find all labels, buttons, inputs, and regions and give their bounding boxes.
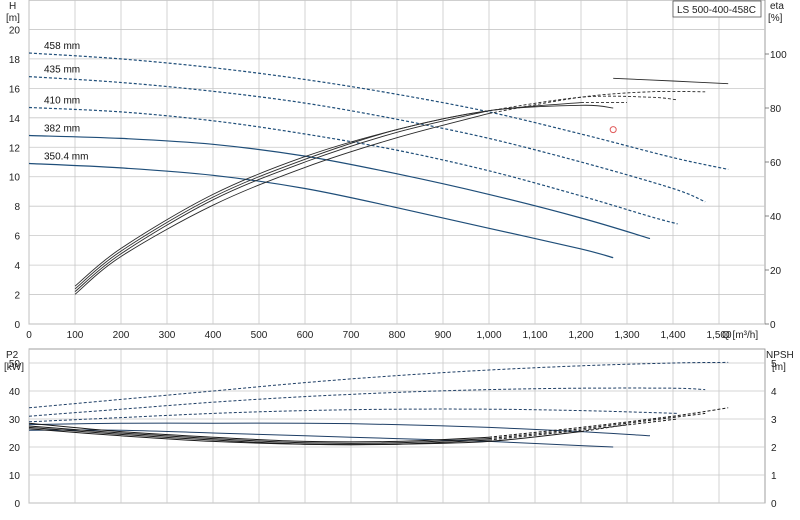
head-tick-label: 14 xyxy=(9,114,21,125)
eta-tick-label: 20 xyxy=(770,266,782,277)
eta-tick-label: 80 xyxy=(770,104,782,115)
x-tick-label: 1,100 xyxy=(522,330,547,341)
x-tick-label: 900 xyxy=(435,330,452,341)
head-curve-label: 435 mm xyxy=(44,65,80,76)
head-curve-label: 350.4 mm xyxy=(44,151,88,162)
power-tick-label: 20 xyxy=(9,443,21,454)
eta-axis-unit: [%] xyxy=(768,13,783,24)
head-tick-label: 16 xyxy=(9,84,21,95)
head-curve-label: 382 mm xyxy=(44,123,80,134)
npsh-tick-label: 1 xyxy=(771,471,777,482)
head-axis-title: H xyxy=(9,1,16,12)
head-axis-unit: [m] xyxy=(6,13,20,24)
x-tick-label: 1,200 xyxy=(568,330,593,341)
power-tick-label: 40 xyxy=(9,387,21,398)
pump-curve-chart: 458 mm435 mm410 mm382 mm350.4 mm 0 100 200… xyxy=(0,0,800,520)
head-tick-label: 4 xyxy=(14,261,20,272)
power-tick-label: 10 xyxy=(9,471,21,482)
x-tick-label: 800 xyxy=(389,330,406,341)
eta-tick-label: 100 xyxy=(770,50,787,61)
x-tick-label: 100 xyxy=(67,330,84,341)
head-tick-label: 0 xyxy=(14,320,20,331)
npsh-tick-label: 2 xyxy=(771,443,777,454)
x-tick-label: 200 xyxy=(113,330,130,341)
head-tick-label: 20 xyxy=(9,25,21,36)
x-tick-label: 1,000 xyxy=(476,330,501,341)
x-tick-label: 300 xyxy=(159,330,176,341)
head-curve-label: 410 mm xyxy=(44,96,80,107)
x-tick-label: 600 xyxy=(297,330,314,341)
npsh-axis-title: NPSH xyxy=(766,350,794,361)
npsh-axis-unit: [m] xyxy=(772,362,786,373)
head-tick-label: 10 xyxy=(9,173,21,184)
head-tick-label: 6 xyxy=(14,232,20,243)
x-tick-label: 1,300 xyxy=(614,330,639,341)
eta-axis-title: eta xyxy=(770,1,784,12)
head-tick-label: 2 xyxy=(14,291,20,302)
head-tick-label: 8 xyxy=(14,202,20,213)
eta-tick-label: 40 xyxy=(770,212,782,223)
power-axis-unit: [kW] xyxy=(4,362,24,373)
npsh-tick-label: 4 xyxy=(771,387,777,398)
head-tick-label: 12 xyxy=(9,143,21,154)
head-curve-label: 458 mm xyxy=(44,41,80,52)
npsh-tick-label: 0 xyxy=(771,499,777,510)
x-tick-label: 400 xyxy=(205,330,222,341)
npsh-tick-label: 3 xyxy=(771,415,777,426)
power-tick-label: 0 xyxy=(14,499,20,510)
power-tick-label: 30 xyxy=(9,415,21,426)
x-tick-label: 0 xyxy=(26,330,32,341)
eta-tick-label: 60 xyxy=(770,158,782,169)
chart-title: LS 500-400-458C xyxy=(677,5,756,16)
eta-tick-label: 0 xyxy=(770,320,776,331)
chart-background xyxy=(0,0,800,520)
x-tick-label: 700 xyxy=(343,330,360,341)
flow-axis-title: Q [m³/h] xyxy=(722,330,758,341)
x-tick-label: 1,400 xyxy=(660,330,685,341)
x-tick-label: 500 xyxy=(251,330,268,341)
power-axis-title: P2 xyxy=(6,350,19,361)
head-tick-label: 18 xyxy=(9,55,21,66)
